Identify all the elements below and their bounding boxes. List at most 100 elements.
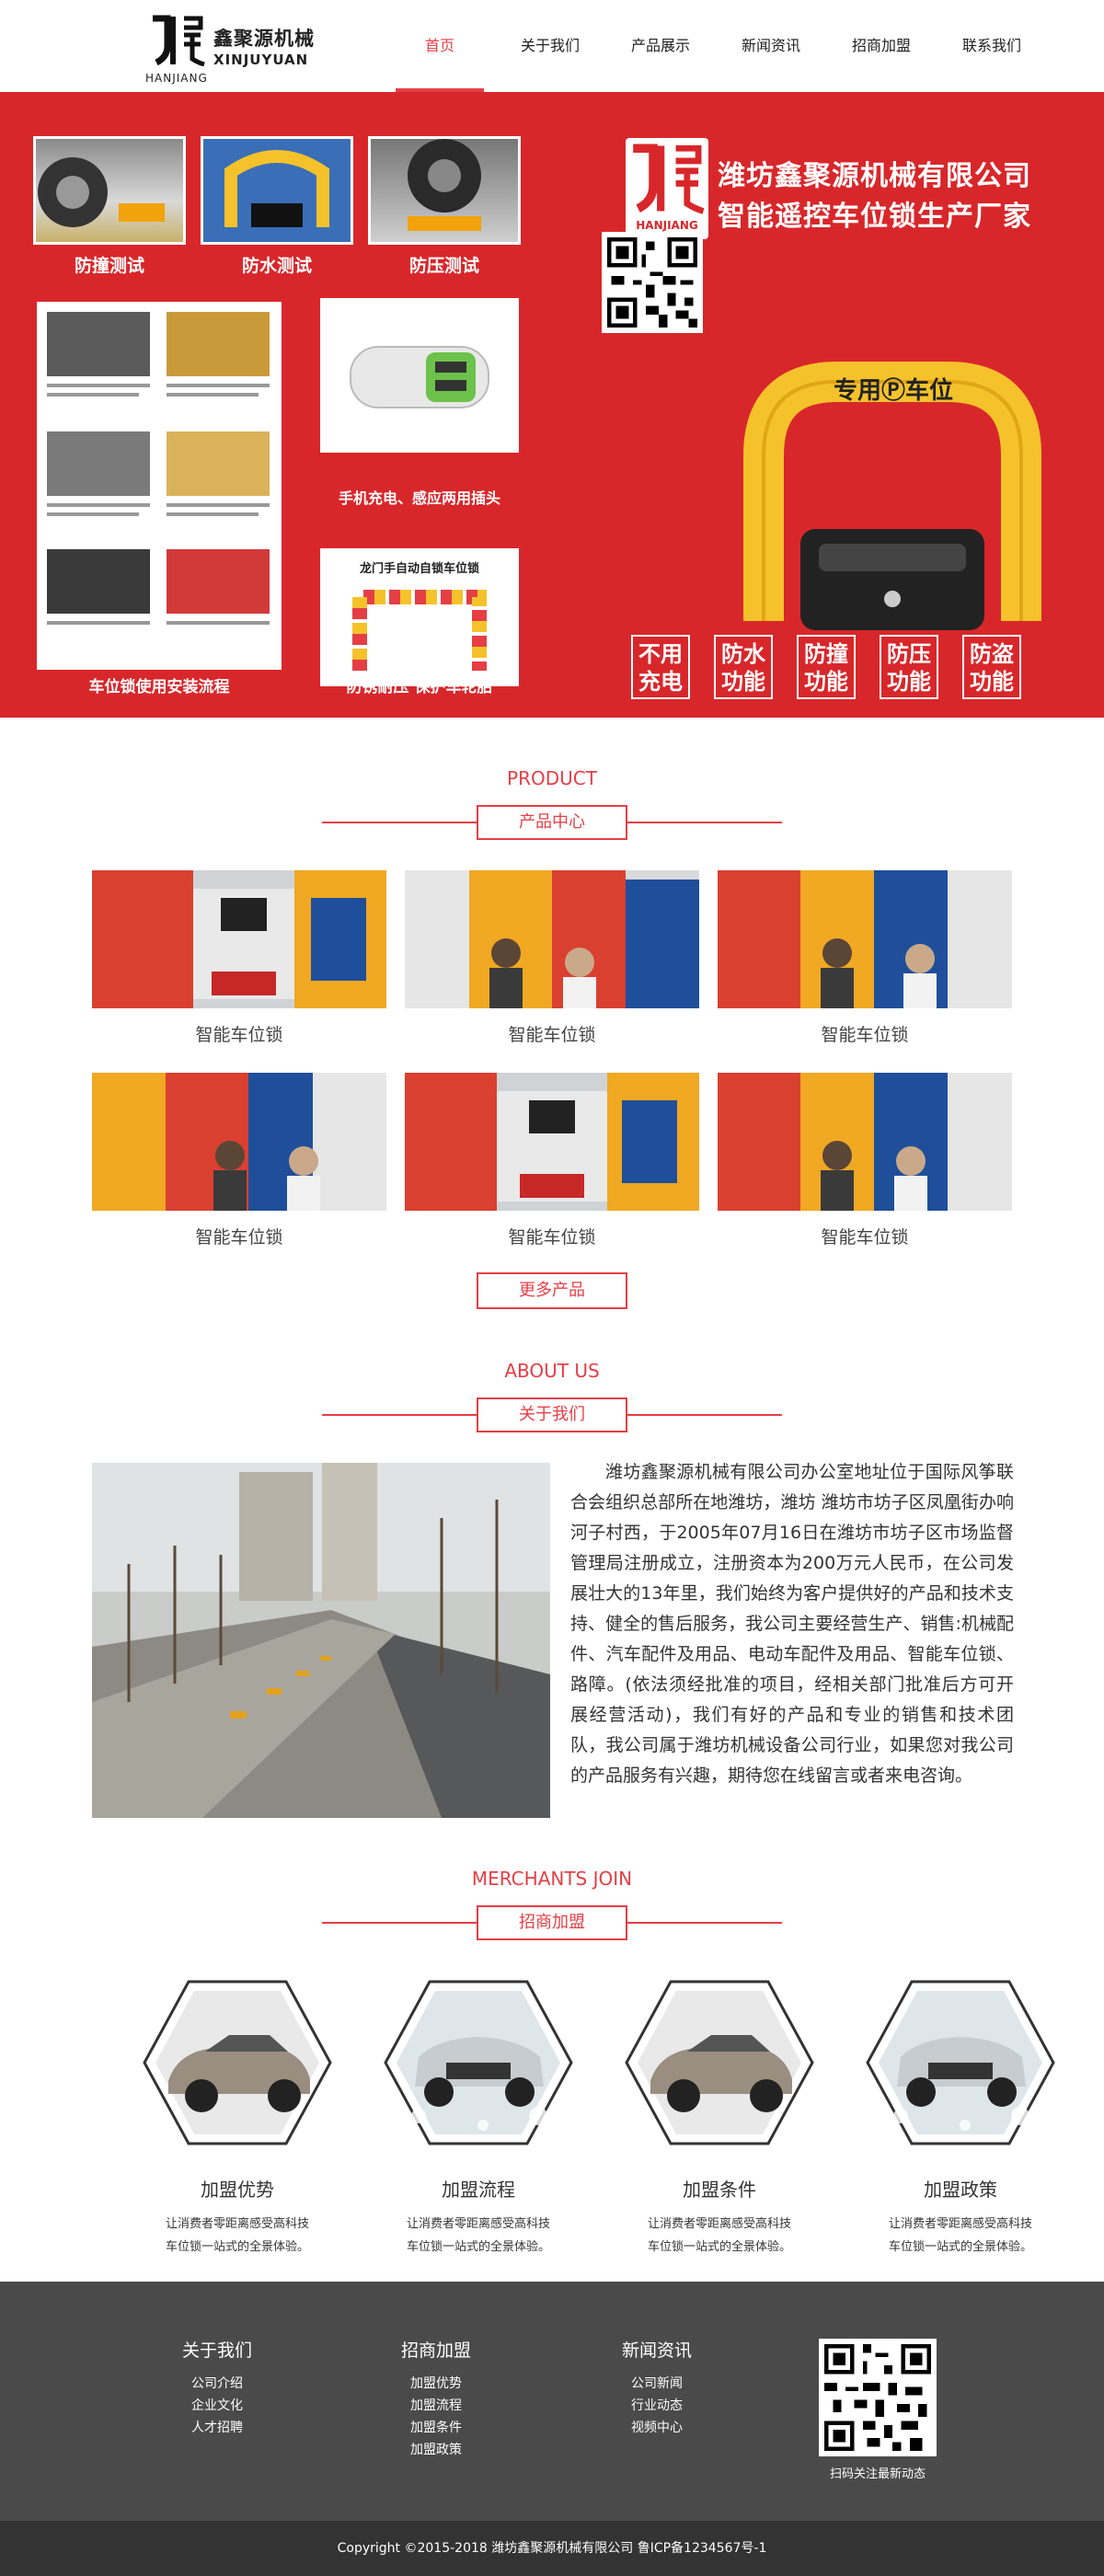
footer-link[interactable]: 加盟流程 <box>372 2395 500 2417</box>
feature-label-line1: 防水 <box>721 641 765 667</box>
feature-label-line2: 功能 <box>970 669 1014 695</box>
feature-anti-crash: 防撞 功能 <box>797 635 856 699</box>
nav-home[interactable]: 首页 <box>385 0 495 92</box>
merchant-card[interactable]: 加盟优势 让消费者零距离感受高科技 车位锁一站式的全景体验。 <box>136 1978 339 2259</box>
nav-contact[interactable]: 联系我们 <box>937 0 1047 92</box>
car-hexagon-image <box>143 1980 332 2145</box>
lock-label: 专用Ⓟ车位 <box>833 377 953 405</box>
about-description: 潍坊鑫聚源机械有限公司办公室地址位于国际风筝联合会组织总部所在地潍坊，潍坊 潍坊… <box>570 1462 1014 1786</box>
car-hexagon-image <box>866 1980 1055 2145</box>
product-name: 智能车位锁 <box>195 1227 283 1248</box>
footer-col-title[interactable]: 招商加盟 <box>372 2337 500 2362</box>
footer-link[interactable]: 公司介绍 <box>153 2373 282 2395</box>
footer-link[interactable]: 加盟优势 <box>372 2373 500 2395</box>
merchant-title: 加盟政策 <box>924 2179 997 2201</box>
merchant-card[interactable]: 加盟流程 让消费者零距离感受高科技 车位锁一站式的全景体验。 <box>377 1978 580 2259</box>
charger-photo <box>320 298 519 453</box>
footer-link[interactable]: 加盟政策 <box>372 2439 500 2461</box>
car-hexagon-image <box>384 1980 573 2145</box>
merchants-heading-en: MERCHANTS JOIN <box>471 1868 633 1890</box>
product-card[interactable]: 智能车位锁 <box>405 1073 699 1248</box>
product-image <box>718 870 1012 1008</box>
merchant-desc-line1: 让消费者零距离感受高科技 <box>647 2217 791 2231</box>
bar-lock-photo: 龙门手自动自锁车位锁 <box>320 548 519 686</box>
product-card[interactable]: 智能车位锁 <box>718 1073 1012 1248</box>
banner-brand-box: HANJIANG <box>626 138 708 239</box>
install-caption: 车位锁使用安装流程 <box>88 678 230 696</box>
footer-qr-code <box>819 2339 937 2456</box>
banner-slogan: 智能遥控车位锁生产厂家 <box>718 201 1031 233</box>
merchant-desc-line1: 让消费者零距离感受高科技 <box>165 2217 309 2231</box>
feature-label-line1: 不用 <box>638 641 683 667</box>
footer-link[interactable]: 行业动态 <box>592 2395 721 2417</box>
pressure-test-caption: 防压测试 <box>408 256 479 276</box>
more-products-button[interactable]: 更多产品 <box>477 1272 627 1309</box>
feature-anti-theft: 防盗 功能 <box>962 635 1021 699</box>
feature-no-charge: 不用 充电 <box>631 635 690 699</box>
merchant-desc: 让消费者零距离感受高科技 车位锁一站式的全景体验。 <box>136 2213 339 2259</box>
about-heading-en: ABOUT US <box>504 1360 600 1382</box>
merchant-title: 加盟流程 <box>442 2179 515 2201</box>
footer-link[interactable]: 企业文化 <box>153 2395 282 2417</box>
product-card[interactable]: 智能车位锁 <box>405 870 699 1046</box>
hero-banner[interactable]: 防撞测试 防水测试 防压测试 车位锁使用安装流程 手机充电、感应两用插头 龙门手… <box>0 92 1104 718</box>
site-logo[interactable]: 鑫聚源机械 XINJUYUAN HANJIANG <box>145 15 320 85</box>
merchant-desc-line2: 车位锁一站式的全景体验。 <box>406 2240 550 2254</box>
product-image <box>405 870 699 1008</box>
footer-qr-caption: 扫码关注最新动态 <box>829 2467 926 2481</box>
merchant-desc: 让消费者零距离感受高科技 车位锁一站式的全景体验。 <box>377 2213 580 2259</box>
product-card[interactable]: 智能车位锁 <box>92 870 386 1046</box>
merchant-desc: 让消费者零距离感受高科技 车位锁一站式的全景体验。 <box>859 2213 1062 2259</box>
footer-col-join: 招商加盟 加盟优势 加盟流程 加盟条件 加盟政策 <box>372 2337 500 2461</box>
page: 鑫聚源机械 XINJUYUAN HANJIANG 首页 关于我们 产品展示 新闻… <box>0 0 1104 2576</box>
car-hexagon-image <box>625 1980 814 2145</box>
banner-logo-icon <box>633 144 705 214</box>
site-footer: 关于我们 公司介绍 企业文化 人才招聘 招商加盟 加盟优势 加盟流程 加盟条件 … <box>0 2282 1104 2521</box>
merchant-card[interactable]: 加盟政策 让消费者零距离感受高科技 车位锁一站式的全景体验。 <box>859 1978 1062 2259</box>
feature-label-line1: 防盗 <box>970 641 1014 667</box>
footer-col-title[interactable]: 关于我们 <box>153 2337 282 2362</box>
product-name: 智能车位锁 <box>821 1227 909 1248</box>
feature-label-line2: 充电 <box>638 669 683 695</box>
product-heading-en: PRODUCT <box>507 767 597 789</box>
banner-brand-pinyin: HANJIANG <box>636 219 698 232</box>
footer-col-title[interactable]: 新闻资讯 <box>592 2337 721 2362</box>
merchant-desc-line2: 车位锁一站式的全景体验。 <box>647 2240 791 2254</box>
footer-link[interactable]: 加盟条件 <box>372 2417 500 2439</box>
install-steps-panel <box>37 302 282 670</box>
copyright-bar: Copyright ©2015-2018 潍坊鑫聚源机械有限公司 鲁ICP备12… <box>0 2521 1104 2576</box>
merchant-card[interactable]: 加盟条件 让消费者零距离感受高科技 车位锁一站式的全景体验。 <box>618 1978 821 2259</box>
merchant-desc: 让消费者零距离感受高科技 车位锁一站式的全景体验。 <box>618 2213 821 2259</box>
footer-link[interactable]: 视频中心 <box>592 2417 721 2439</box>
logo-cn-name: 鑫聚源机械 <box>213 28 315 50</box>
feature-label-line2: 功能 <box>887 669 931 695</box>
product-card[interactable]: 智能车位锁 <box>92 1073 386 1248</box>
merchant-title: 加盟优势 <box>201 2179 274 2201</box>
nav-about[interactable]: 关于我们 <box>495 0 605 92</box>
nav-news[interactable]: 新闻资讯 <box>716 0 826 92</box>
product-image <box>92 870 386 1008</box>
logo-en-name: XINJUYUAN <box>213 52 309 68</box>
water-test-photo <box>201 136 353 245</box>
logo-mark-icon <box>153 15 205 66</box>
product-image <box>92 1073 386 1211</box>
merchant-desc-line2: 车位锁一站式的全景体验。 <box>165 2240 309 2254</box>
product-heading-cn: 产品中心 <box>477 805 627 840</box>
product-card[interactable]: 智能车位锁 <box>718 870 1012 1046</box>
logo-pinyin: HANJIANG <box>145 72 208 85</box>
footer-col-about: 关于我们 公司介绍 企业文化 人才招聘 <box>153 2337 282 2439</box>
pressure-test-photo <box>368 136 521 245</box>
nav-join[interactable]: 招商加盟 <box>826 0 937 92</box>
about-photo <box>92 1463 550 1818</box>
bar-lock-title: 龙门手自动自锁车位锁 <box>359 562 479 576</box>
banner-company-name: 潍坊鑫聚源机械有限公司 <box>718 160 1031 192</box>
merchants-heading-cn: 招商加盟 <box>477 1905 627 1940</box>
main-nav: 首页 关于我们 产品展示 新闻资讯 招商加盟 联系我们 <box>385 0 1047 92</box>
merchant-desc-line2: 车位锁一站式的全景体验。 <box>888 2240 1032 2254</box>
nav-products[interactable]: 产品展示 <box>605 0 716 92</box>
merchant-title: 加盟条件 <box>683 2179 756 2201</box>
product-name: 智能车位锁 <box>508 1025 596 1045</box>
feature-label-line1: 防压 <box>887 641 931 667</box>
footer-link[interactable]: 公司新闻 <box>592 2373 721 2395</box>
footer-link[interactable]: 人才招聘 <box>153 2417 282 2439</box>
